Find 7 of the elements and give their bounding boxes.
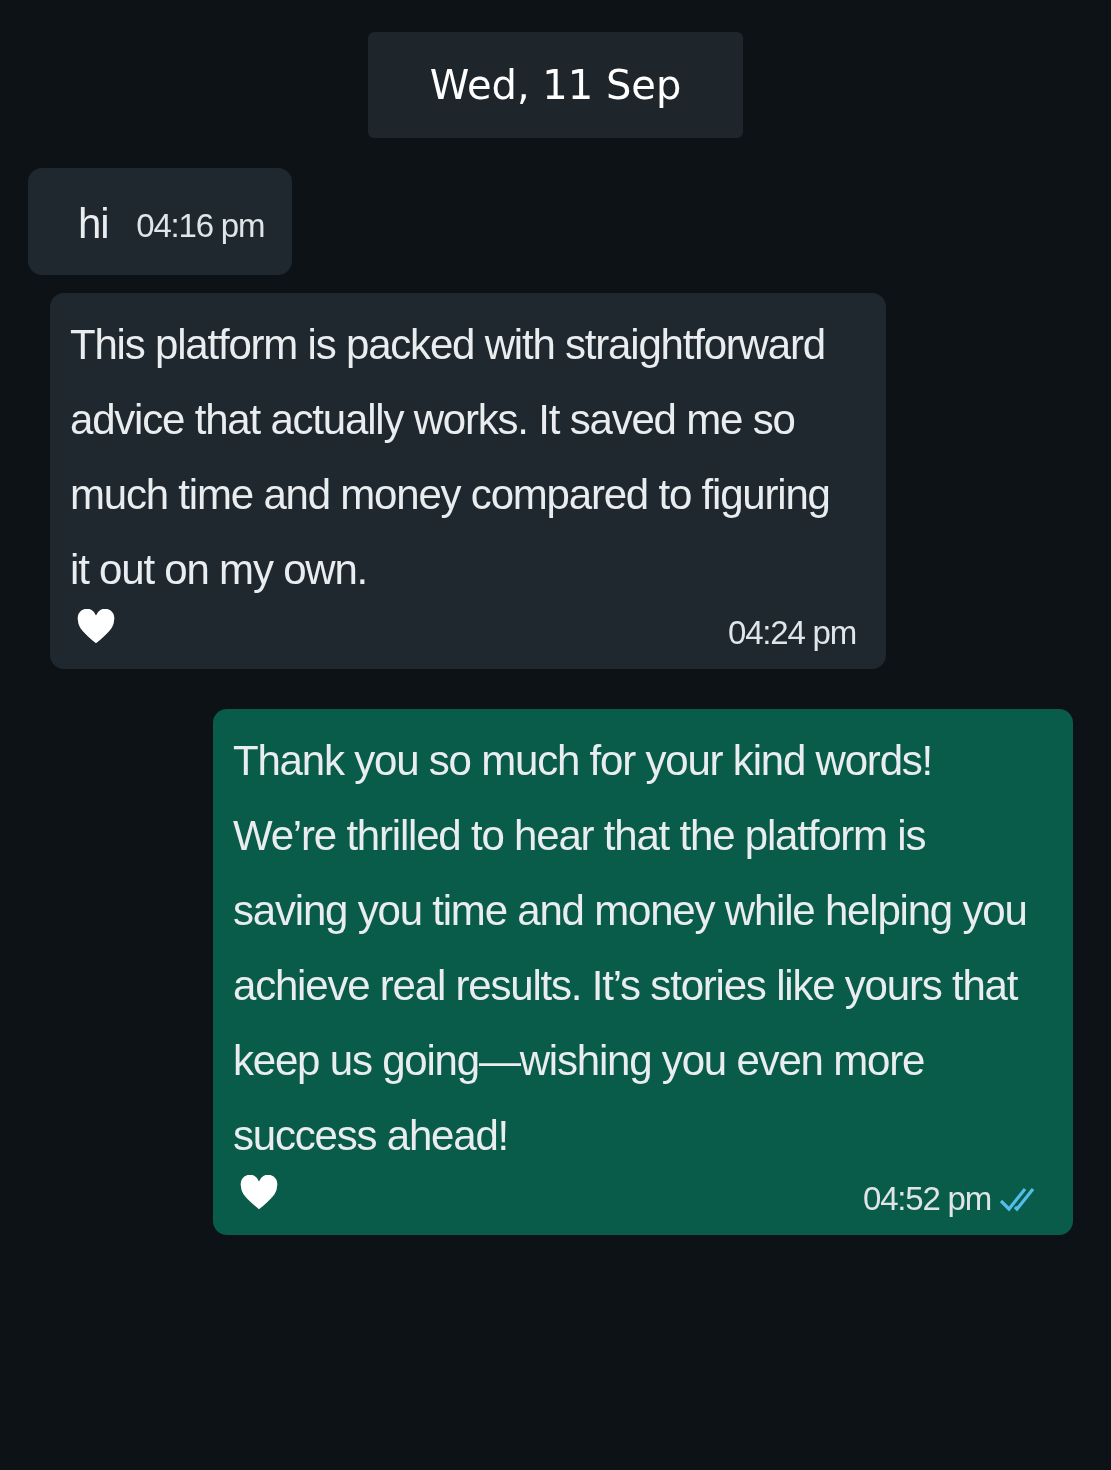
- message-text: hi: [78, 199, 109, 249]
- message-text: Thank you so much for your kind words! We’re thrilled to hear that the platform is saving you time and money while helping you achieve real results. It’s stories like yours that keep us going—wishing you even more success ahead!: [233, 736, 1028, 1161]
- date-chip: Wed, 11 Sep: [367, 32, 744, 138]
- message-text: This platform is packed with straightforward advice that actually works. It saved me so much time and money compared to figuring it out on my own.: [70, 320, 831, 595]
- message-time: 04:16 pm: [136, 205, 265, 246]
- message-time: 04:52 pm: [863, 1179, 991, 1219]
- message-time: 04:24 pm: [728, 613, 856, 653]
